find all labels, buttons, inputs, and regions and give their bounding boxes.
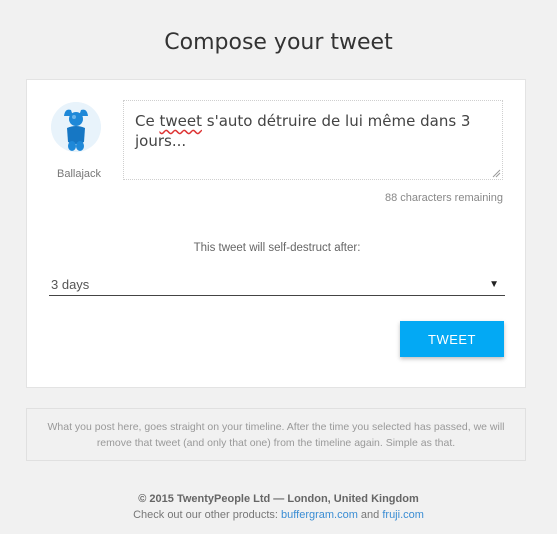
products-line: Check out our other products: buffergram… [0, 507, 557, 523]
tweet-button[interactable]: TWEET [400, 321, 504, 357]
tweet-text-misspelled: tweet [159, 112, 202, 130]
select-value: 3 days [51, 277, 90, 292]
tweet-textarea[interactable]: Ce tweet s'auto détruire de lui même dan… [123, 100, 503, 180]
self-destruct-select[interactable]: 3 days ▼ [49, 274, 505, 296]
username: Ballajack [56, 168, 102, 180]
dropdown-arrow-icon: ▼ [489, 279, 499, 290]
blue-figure-avatar-icon [51, 102, 101, 152]
copyright-text: © 2015 TwentyPeople Ltd — London, United… [138, 493, 419, 505]
fruji-link[interactable]: fruji.com [382, 509, 424, 521]
compose-card: Ballajack Ce tweet s'auto détruire de lu… [26, 79, 526, 388]
tweet-text-part: Ce [135, 112, 160, 130]
buffergram-link[interactable]: buffergram.com [281, 509, 358, 521]
page-title: Compose your tweet [164, 30, 393, 55]
products-joiner: and [357, 509, 383, 521]
user-avatar [51, 102, 101, 152]
products-prefix: Check out our other products: [133, 509, 282, 521]
self-destruct-label: This tweet will self-destruct after: [193, 242, 361, 254]
resize-grip-icon[interactable] [491, 168, 501, 178]
characters-remaining: 88 characters remaining [384, 192, 503, 204]
footer: © 2015 TwentyPeople Ltd — London, United… [0, 491, 557, 523]
info-box: What you post here, goes straight on you… [26, 408, 526, 461]
